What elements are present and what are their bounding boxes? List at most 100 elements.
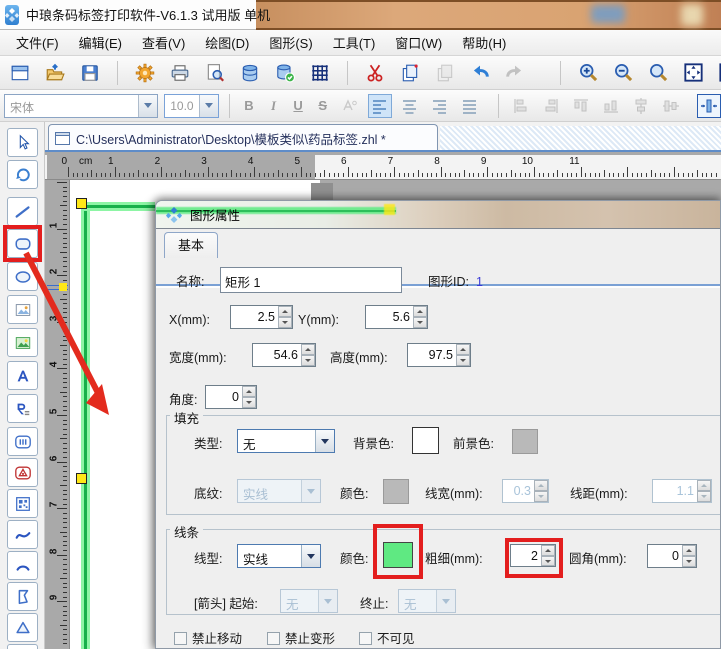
center-vertical-button[interactable] [659,94,683,118]
zoom-in-button[interactable] [576,61,600,85]
spinner-buttons[interactable] [278,306,292,328]
new-document-button[interactable] [8,61,32,85]
save-button[interactable] [78,61,102,85]
document-tab[interactable]: C:\Users\Administrator\Desktop\模板类似\药品标签… [48,124,438,152]
width-value[interactable]: 54.6 [253,344,301,366]
width-spinner[interactable]: 54.6 [252,343,316,367]
name-input[interactable]: 矩形 1 [220,267,402,293]
center-horizontal-button[interactable] [629,94,653,118]
spinner-buttons[interactable] [413,306,427,328]
align-center-button[interactable] [398,94,422,118]
x-spinner[interactable]: 2.5 [230,305,293,329]
spinner-buttons[interactable] [301,344,315,366]
ruler-tick [110,173,111,177]
shading-color-swatch[interactable] [383,479,409,504]
menu-item-2[interactable]: 编辑(E) [69,30,132,55]
qrcode-tool[interactable] [7,489,38,518]
cut-button[interactable] [363,61,387,85]
align-left-button[interactable] [368,94,392,118]
diamond-tool[interactable] [7,644,38,649]
linewidth-spinner[interactable]: 0.3 [502,479,549,503]
align-right-button[interactable] [428,94,452,118]
zoom-button[interactable] [646,61,670,85]
height-value[interactable]: 97.5 [408,344,456,366]
bg-color-label: 背景色: [353,433,394,455]
print-button[interactable] [168,61,192,85]
lock-move-checkbox[interactable] [174,632,187,645]
line-tool[interactable] [7,197,38,226]
invisible-checkbox[interactable] [359,632,372,645]
line-style-select[interactable]: 实线 [237,544,321,568]
y-value[interactable]: 5.6 [366,306,413,328]
spinner-buttons[interactable] [242,386,256,408]
pdf417-tool[interactable] [7,458,38,487]
menu-item-8[interactable]: 帮助(H) [452,30,516,55]
menu-item-3[interactable]: 查看(V) [132,30,195,55]
x-value[interactable]: 2.5 [231,306,278,328]
menu-item-5[interactable]: 图形(S) [259,30,322,55]
chevron-down-icon[interactable] [199,95,218,117]
font-family-select[interactable]: 宋体 [4,94,158,118]
rotate-tool[interactable] [7,160,38,189]
tab-basic[interactable]: 基本 [164,232,218,258]
chevron-down-icon[interactable] [315,430,334,452]
selection-handle-topleft[interactable] [76,198,87,209]
linegap-spinner[interactable]: 1.1 [652,479,712,503]
align-objects-top-button[interactable] [569,94,593,118]
curve-tool[interactable] [7,520,38,549]
menu-item-4[interactable]: 绘图(D) [195,30,259,55]
fill-type-select[interactable]: 无 [237,429,335,453]
spinner-buttons[interactable] [456,344,470,366]
open-file-button[interactable] [43,61,67,85]
settings-gear-icon[interactable] [133,61,157,85]
triangle-tool[interactable] [7,613,38,642]
strikethrough-button[interactable]: S [313,98,332,113]
dialog-title-bar[interactable]: 图形属性 [156,201,720,229]
y-spinner[interactable]: 5.6 [365,305,428,329]
polygon-tool[interactable] [7,582,38,611]
angle-value[interactable]: 0 [206,386,242,408]
barcode-tool[interactable] [7,427,38,456]
fit-page-button[interactable] [681,61,705,85]
italic-button[interactable]: I [264,98,283,114]
select-cursor-tool[interactable] [7,128,38,157]
corner-radius-spinner[interactable]: 0 [647,544,697,568]
grid-icon[interactable] [308,61,332,85]
fit-selection-button[interactable] [716,61,721,85]
menu-item-7[interactable]: 窗口(W) [385,30,452,55]
angle-spinner[interactable]: 0 [205,385,257,409]
align-objects-right-button[interactable] [539,94,563,118]
chevron-down-icon[interactable] [138,95,157,117]
copy-button[interactable] [398,61,422,85]
align-objects-left-button[interactable] [509,94,533,118]
lock-resize-checkbox[interactable] [267,632,280,645]
menu-item-6[interactable]: 工具(T) [323,30,386,55]
redo-button[interactable] [503,61,527,85]
ruler-tick [63,606,67,607]
selection-handle-midleft[interactable] [76,473,87,484]
arrow-end-select[interactable]: 无 [398,589,456,613]
center-in-page-button[interactable] [697,94,721,118]
font-size-select[interactable]: 10.0 [164,94,218,118]
height-spinner[interactable]: 97.5 [407,343,471,367]
corner-radius-value[interactable]: 0 [648,545,682,567]
fg-color-swatch[interactable] [512,429,538,454]
paste-button[interactable] [433,61,457,85]
spinner-buttons[interactable] [682,545,696,567]
undo-button[interactable] [468,61,492,85]
underline-button[interactable]: U [289,98,308,113]
menu-item-1[interactable]: 文件(F) [6,30,69,55]
chevron-down-icon[interactable] [301,545,320,567]
align-justify-button[interactable] [458,94,482,118]
align-objects-bottom-button[interactable] [599,94,623,118]
arrow-start-select[interactable]: 无 [280,589,338,613]
database-icon[interactable] [238,61,262,85]
database-connect-icon[interactable] [273,61,297,85]
bg-color-swatch[interactable] [412,427,439,454]
zoom-out-button[interactable] [611,61,635,85]
arc-tool[interactable] [7,551,38,580]
print-preview-button[interactable] [203,61,227,85]
text-effect-icon[interactable] [338,94,362,118]
bold-button[interactable]: B [240,98,259,113]
shading-select[interactable]: 实线 [237,479,321,503]
